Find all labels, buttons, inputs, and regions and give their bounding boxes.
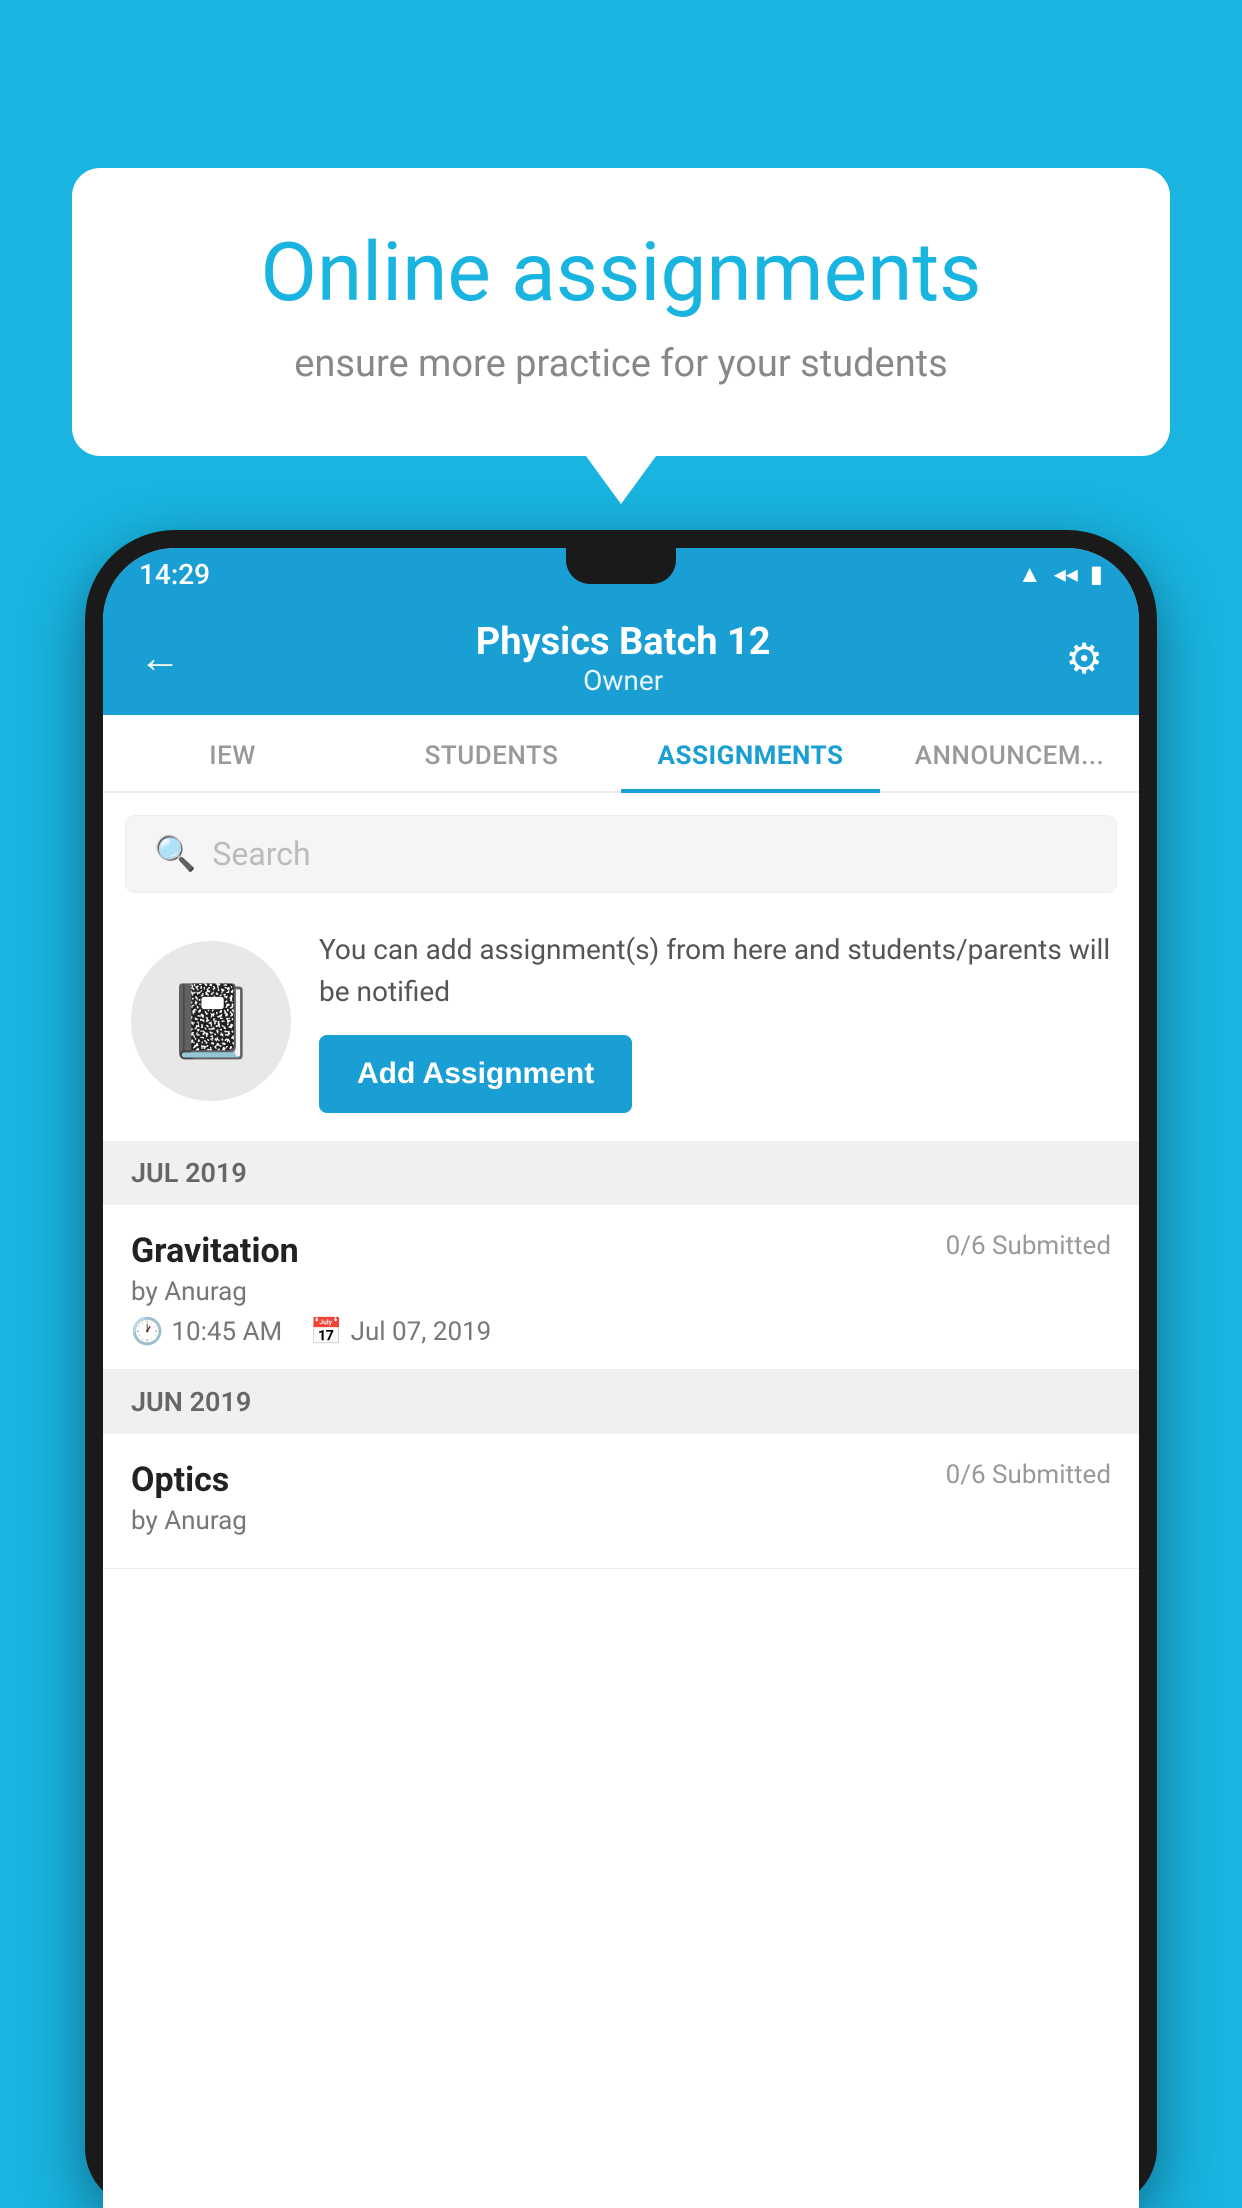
assignment-name: Gravitation xyxy=(131,1231,299,1271)
promo-icon-circle: 📓 xyxy=(131,941,291,1101)
header-subtitle: Owner xyxy=(476,664,771,697)
signal-icon: ◂◂ xyxy=(1054,560,1078,588)
assignment-item-optics[interactable]: Optics 0/6 Submitted by Anurag xyxy=(103,1434,1139,1569)
settings-icon[interactable]: ⚙ xyxy=(1065,634,1103,684)
tab-assignments[interactable]: ASSIGNMENTS xyxy=(621,715,880,791)
phone-screen: 14:29 ▲ ◂◂ ▮ ← Physics Batch 12 Owner ⚙ … xyxy=(103,548,1139,2208)
tab-students[interactable]: STUDENTS xyxy=(362,715,621,791)
optics-row-top: Optics 0/6 Submitted xyxy=(131,1460,1111,1500)
status-icons: ▲ ◂◂ ▮ xyxy=(1018,560,1103,589)
phone-notch xyxy=(566,548,676,584)
assignment-time-value: 10:45 AM xyxy=(171,1317,282,1347)
notebook-icon: 📓 xyxy=(166,979,256,1064)
header-title-group: Physics Batch 12 Owner xyxy=(476,620,771,697)
assignment-meta: 🕐 10:45 AM 📅 Jul 07, 2019 xyxy=(131,1317,1111,1347)
app-header: ← Physics Batch 12 Owner ⚙ xyxy=(103,600,1139,715)
optics-name: Optics xyxy=(131,1460,229,1500)
assignment-submitted: 0/6 Submitted xyxy=(946,1231,1111,1261)
tab-announcements[interactable]: ANNOUNCEM... xyxy=(880,715,1139,791)
tabs-bar: IEW STUDENTS ASSIGNMENTS ANNOUNCEM... xyxy=(103,715,1139,793)
clock-icon: 🕐 xyxy=(131,1317,163,1347)
section-header-jul: JUL 2019 xyxy=(103,1141,1139,1205)
bubble-subtitle: ensure more practice for your students xyxy=(142,342,1100,386)
back-button[interactable]: ← xyxy=(139,634,181,683)
calendar-icon: 📅 xyxy=(310,1317,342,1347)
tab-iew[interactable]: IEW xyxy=(103,715,362,791)
assignment-date: 📅 Jul 07, 2019 xyxy=(310,1317,491,1347)
search-bar[interactable]: 🔍 Search xyxy=(125,815,1117,893)
assignment-date-value: Jul 07, 2019 xyxy=(351,1317,492,1347)
battery-icon: ▮ xyxy=(1090,560,1103,588)
add-assignment-button[interactable]: Add Assignment xyxy=(319,1035,632,1113)
content-area: 🔍 Search 📓 You can add assignment(s) fro… xyxy=(103,793,1139,2208)
wifi-icon: ▲ xyxy=(1018,560,1042,589)
promo-right: You can add assignment(s) from here and … xyxy=(319,929,1111,1113)
bubble-title: Online assignments xyxy=(142,228,1100,318)
search-icon: 🔍 xyxy=(154,834,196,874)
speech-bubble: Online assignments ensure more practice … xyxy=(72,168,1170,456)
optics-by: by Anurag xyxy=(131,1506,1111,1536)
header-title: Physics Batch 12 xyxy=(476,620,771,664)
phone-frame: 14:29 ▲ ◂◂ ▮ ← Physics Batch 12 Owner ⚙ … xyxy=(85,530,1157,2208)
section-header-jun: JUN 2019 xyxy=(103,1370,1139,1434)
optics-submitted: 0/6 Submitted xyxy=(946,1460,1111,1490)
promo-text: You can add assignment(s) from here and … xyxy=(319,929,1111,1013)
search-placeholder: Search xyxy=(212,835,310,873)
assignment-time: 🕐 10:45 AM xyxy=(131,1317,282,1347)
assignment-row-top: Gravitation 0/6 Submitted xyxy=(131,1231,1111,1271)
assignment-by: by Anurag xyxy=(131,1277,1111,1307)
status-time: 14:29 xyxy=(139,558,210,591)
promo-section: 📓 You can add assignment(s) from here an… xyxy=(103,911,1139,1141)
assignment-item-gravitation[interactable]: Gravitation 0/6 Submitted by Anurag 🕐 10… xyxy=(103,1205,1139,1370)
